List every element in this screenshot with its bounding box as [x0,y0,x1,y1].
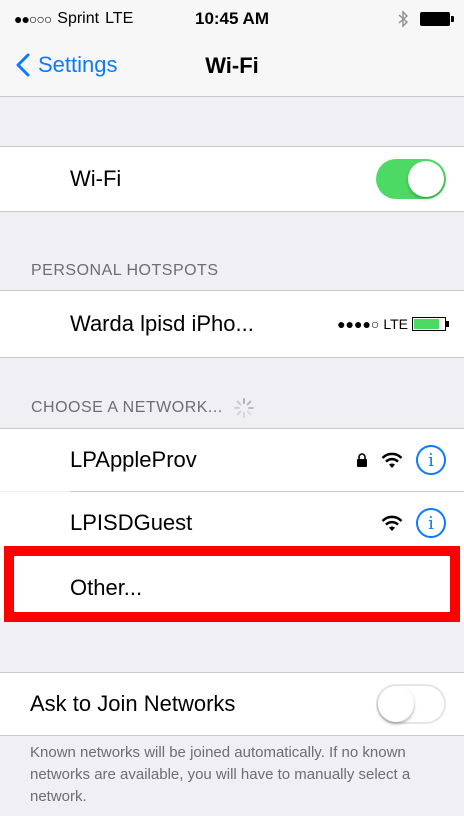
hotspot-name: Warda lpisd iPho... [70,311,254,336]
choose-network-header-row: CHOOSE A NETWORK... [31,397,255,419]
info-button[interactable]: i [416,508,446,538]
choose-network-header: CHOOSE A NETWORK... [31,399,223,416]
network-row[interactable]: LPAppleProv i [0,429,464,491]
ask-to-join-row: Ask to Join Networks [0,673,464,735]
page-title: Wi-Fi [205,53,259,78]
status-bar: ●●○○○ Sprint LTE 10:45 AM [0,0,464,40]
wifi-label: Wi-Fi [70,166,122,191]
bluetooth-icon [398,10,408,28]
ask-to-join-toggle[interactable] [376,684,446,724]
spinner-icon [233,398,254,418]
info-button[interactable]: i [416,445,446,475]
hotspot-battery-icon [412,317,449,331]
info-icon: i [428,512,434,534]
network-name: LPAppleProv [70,447,197,472]
hotspot-signal-dots: ●●●●○ [337,316,380,332]
other-network-label: Other... [70,575,143,600]
wifi-signal-icon [381,452,403,468]
ask-to-join-label: Ask to Join Networks [30,691,236,716]
network-row[interactable]: LPISDGuest i [0,492,464,554]
network-name: LPISDGuest [70,510,193,535]
lock-icon [357,453,367,467]
footer-note: Known networks will be joined automatica… [30,744,411,805]
divider [0,211,464,212]
network-status: i [356,445,446,475]
other-network-row[interactable]: Other... [0,554,464,622]
navigation-bar: Settings Wi-Fi [0,40,464,97]
status-icons [398,10,454,28]
toggle-knob [378,686,414,722]
hotspot-signal: ●●●●○ LTE [337,316,449,332]
network-status: i [380,508,446,538]
wifi-toggle-row: Wi-Fi [0,147,464,211]
toggle-knob [408,161,444,197]
battery-icon [420,12,454,26]
wifi-signal-icon [381,515,403,531]
clock: 10:45 AM [194,9,269,28]
hotspot-network-type: LTE [383,316,408,332]
divider [0,735,464,736]
hotspot-row[interactable]: Warda lpisd iPho... ●●●●○ LTE [0,291,464,357]
hotspot-status: ●●●●○ LTE [337,316,449,332]
info-icon: i [428,449,434,471]
divider [0,357,464,358]
wifi-toggle[interactable] [376,159,446,199]
personal-hotspots-header: PERSONAL HOTSPOTS [31,262,219,279]
